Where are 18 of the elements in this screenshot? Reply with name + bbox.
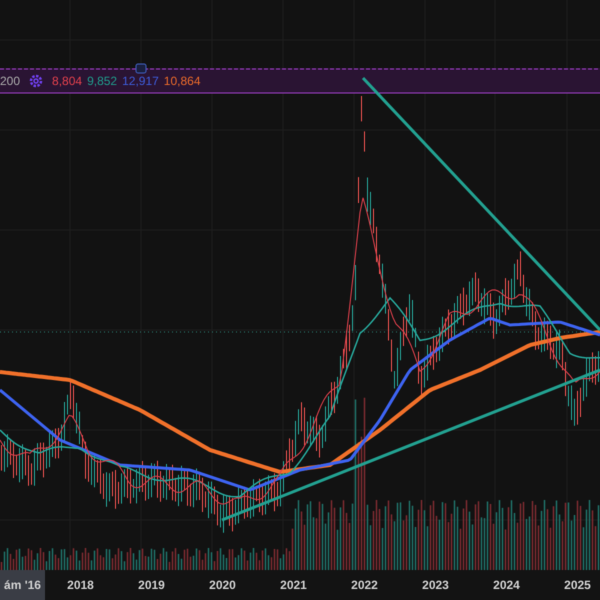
time-axis-label: 2021 [279,578,308,592]
length-label: 200 [0,74,20,88]
trend-line[interactable] [362,76,600,332]
time-axis-label: 2025 [563,578,592,592]
trend-line[interactable] [221,368,600,522]
indicator-value: 9,852 [87,74,118,88]
time-axis-label: 2018 [66,578,95,592]
time-axis-label: ám '16 [0,570,45,600]
indicator-value: 8,804 [52,74,82,88]
time-axis-label: 2023 [421,578,450,592]
indicator-value: 10,864 [164,74,200,88]
handle-icon[interactable] [136,64,146,74]
time-axis-label: 2024 [492,578,521,592]
time-axis-label: 2022 [350,578,379,592]
settings-icon[interactable] [29,74,44,88]
time-axis-label: 2019 [137,578,166,592]
indicator-value: 12,917 [122,74,159,88]
time-axis-label: 2020 [208,578,237,592]
